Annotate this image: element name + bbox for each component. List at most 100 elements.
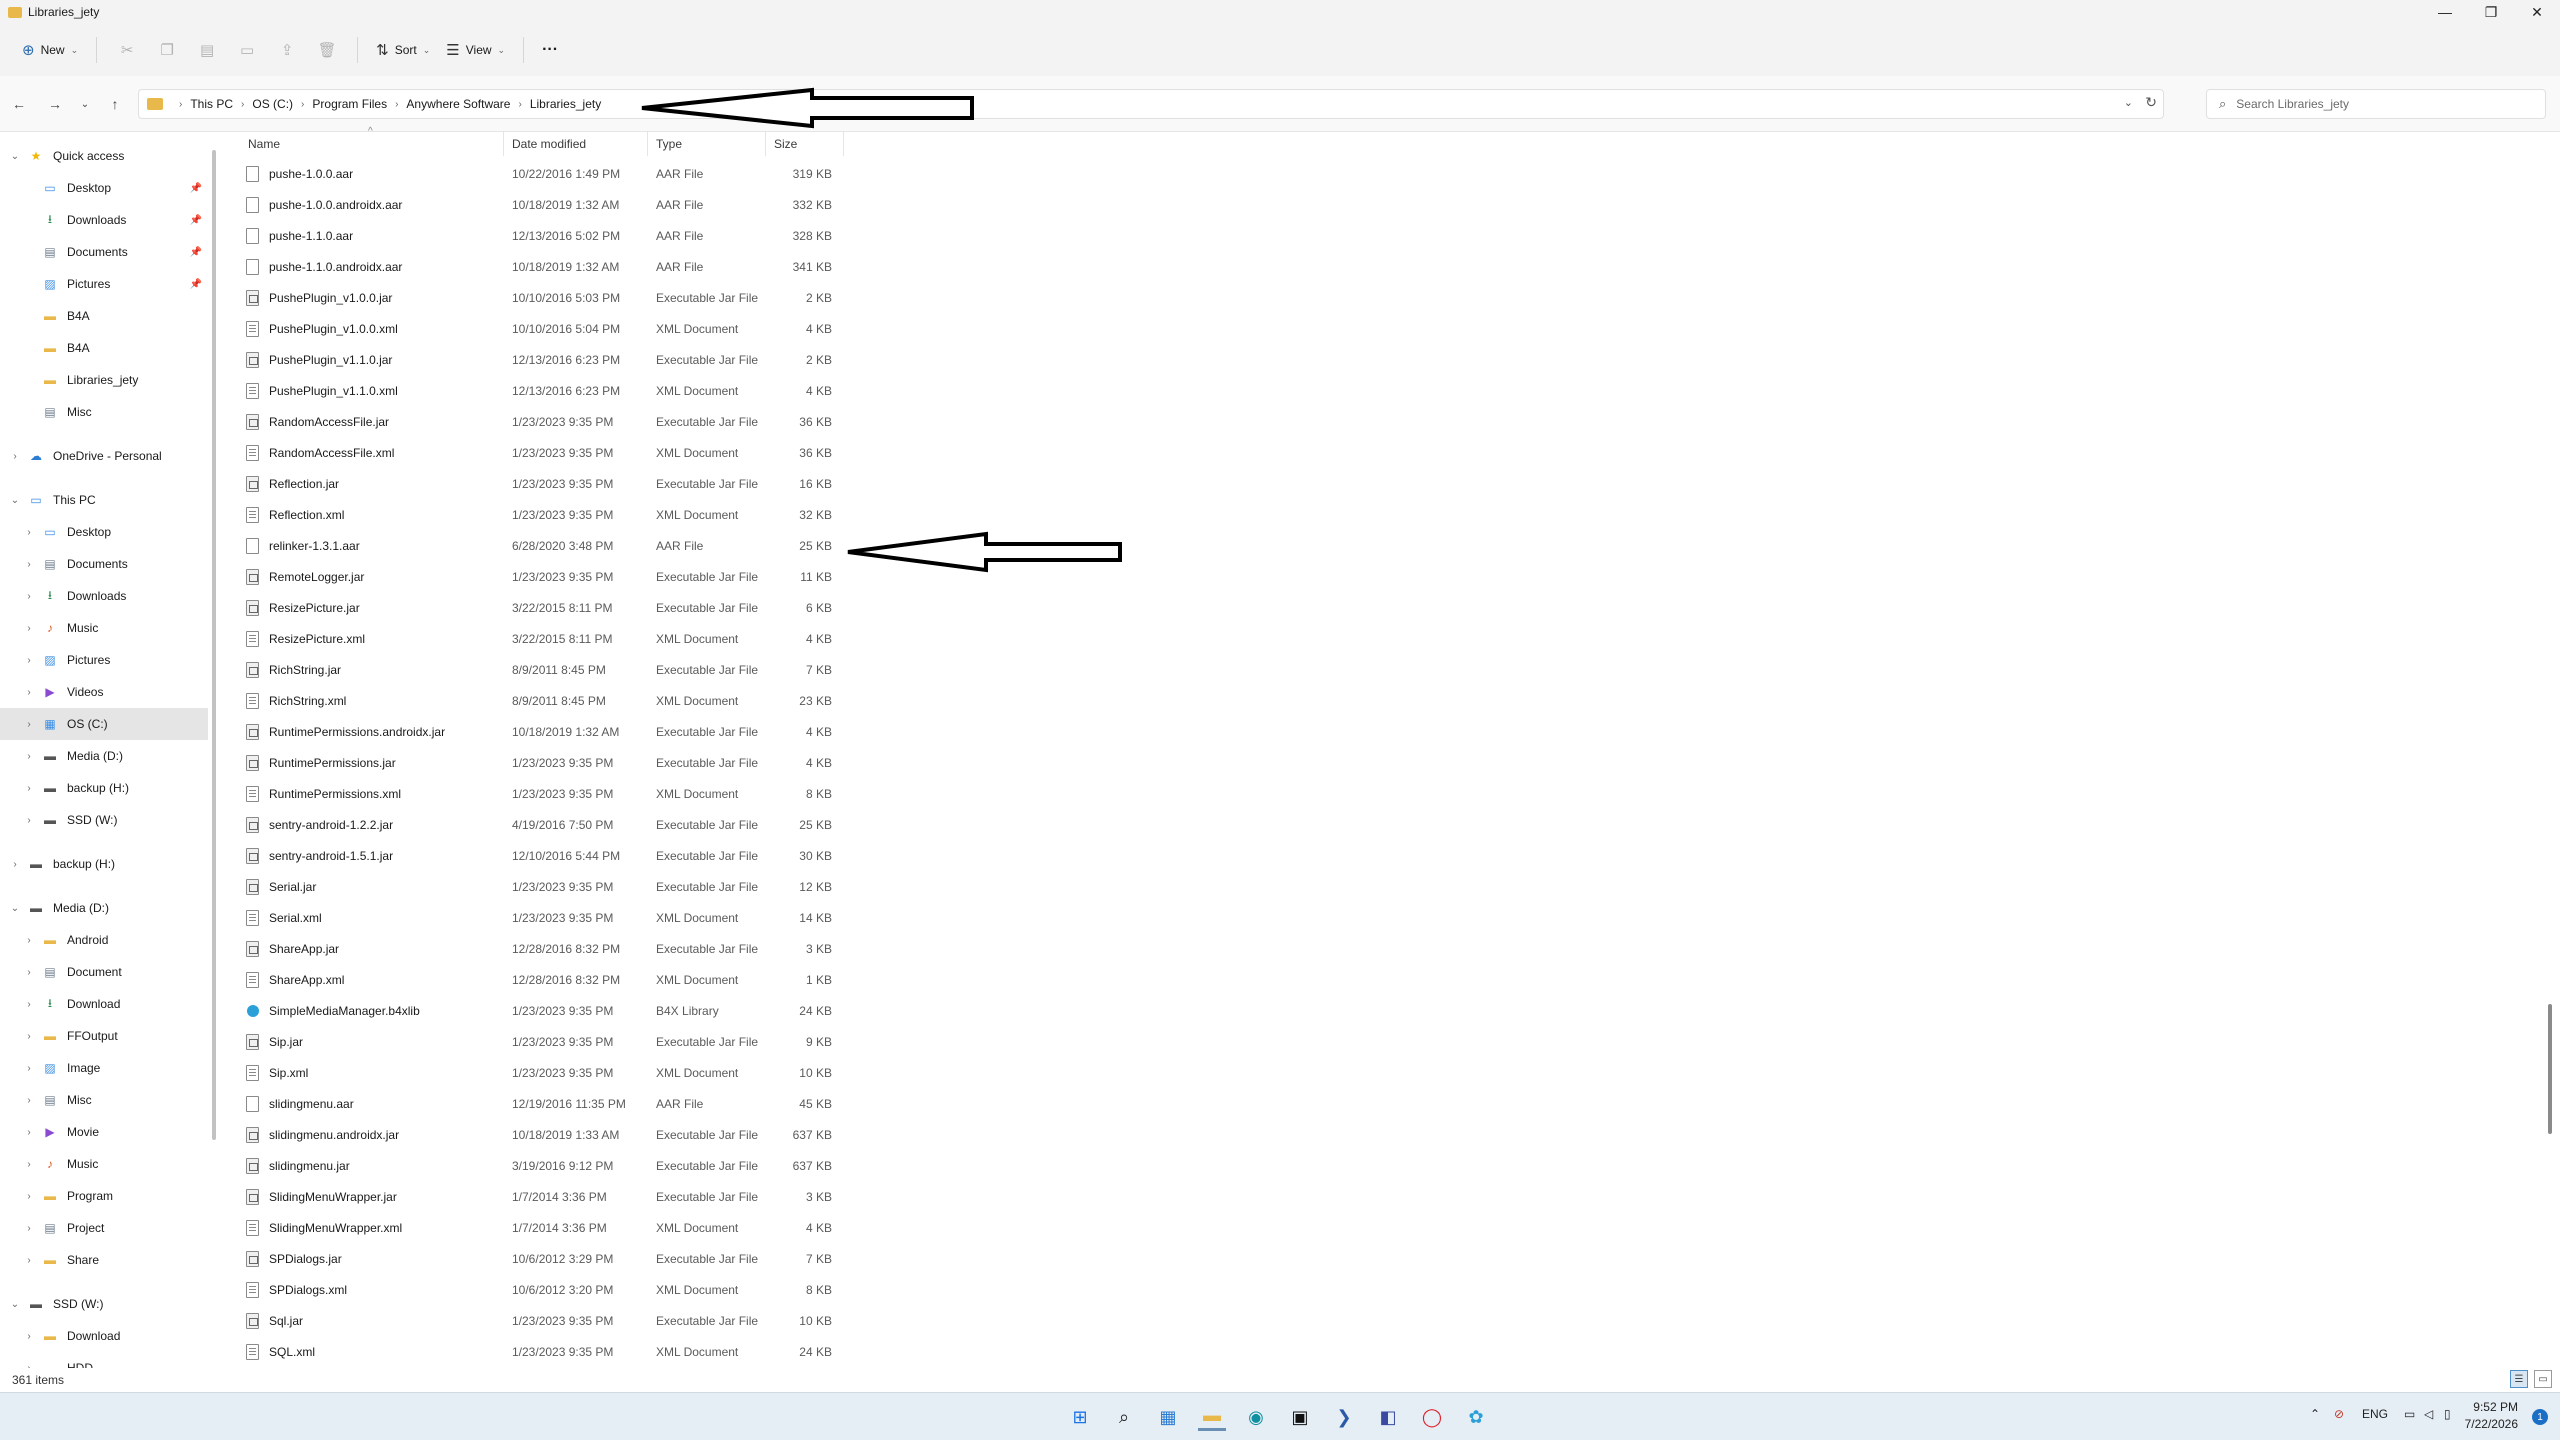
sidebar-item[interactable]: › ▬ Share (0, 1244, 208, 1276)
table-row[interactable]: ShareApp.jar 12/28/2016 8:32 PM Executable… (240, 933, 844, 964)
sidebar-item[interactable]: ⭳ Downloads 📌 (0, 204, 208, 236)
chevron-right-icon[interactable]: › (22, 1223, 36, 1234)
network-icon[interactable]: ▭ (2404, 1407, 2415, 1421)
sidebar-item[interactable]: ▤ Misc (0, 396, 208, 428)
opera-icon[interactable]: ◯ (1418, 1403, 1446, 1431)
table-row[interactable]: RemoteLogger.jar 1/23/2023 9:35 PM Executa… (240, 561, 844, 592)
search-icon[interactable]: ⌕ (1110, 1403, 1138, 1431)
table-row[interactable]: SPDialogs.xml 10/6/2012 3:20 PM XML Docume… (240, 1274, 844, 1305)
table-row[interactable]: Serial.xml 1/23/2023 9:35 PM XML Document 1… (240, 902, 844, 933)
tiles-view-icon[interactable]: ▭ (2534, 1370, 2552, 1388)
chevron-right-icon[interactable]: › (22, 935, 36, 946)
table-row[interactable]: Reflection.xml 1/23/2023 9:35 PM XML Docum… (240, 499, 844, 530)
table-row[interactable]: RuntimePermissions.androidx.jar 10/18/201… (240, 716, 844, 747)
chevron-right-icon[interactable]: › (22, 687, 36, 698)
chevron-right-icon[interactable]: › (22, 1255, 36, 1266)
sidebar-item[interactable]: › ▬ HDD (0, 1352, 208, 1368)
chevron-right-icon[interactable]: › (22, 751, 36, 762)
battery-icon[interactable]: ▯ (2444, 1407, 2451, 1421)
sidebar-item[interactable]: › ▬ backup (H:) (0, 772, 208, 804)
sidebar-item[interactable]: › ▶ Videos (0, 676, 208, 708)
chevron-right-icon[interactable]: › (22, 1331, 36, 1342)
delete-icon[interactable]: 🗑 (307, 34, 347, 66)
table-row[interactable]: ShareApp.xml 12/28/2016 8:32 PM XML Docume… (240, 964, 844, 995)
table-row[interactable]: RandomAccessFile.jar 1/23/2023 9:35 PM Exe… (240, 406, 844, 437)
sidebar-item[interactable]: ⌄ ▬ SSD (W:) (0, 1288, 208, 1320)
sidebar-item[interactable]: › ⭳ Download (0, 988, 208, 1020)
table-row[interactable]: slidingmenu.jar 3/19/2016 9:12 PM Executab… (240, 1150, 844, 1181)
new-button[interactable]: ⊕ New ⌄ (14, 34, 86, 66)
refresh-icon[interactable]: ↻ (2145, 94, 2157, 111)
table-row[interactable]: sentry-android-1.2.2.jar 4/19/2016 7:50 P… (240, 809, 844, 840)
table-row[interactable]: slidingmenu.androidx.jar 10/18/2019 1:33 … (240, 1119, 844, 1150)
chevron-down-icon[interactable]: ⌄ (8, 903, 22, 914)
table-row[interactable]: RuntimePermissions.xml 1/23/2023 9:35 PM X… (240, 778, 844, 809)
table-row[interactable]: pushe-1.1.0.aar 12/13/2016 5:02 PM AAR Fil… (240, 220, 844, 251)
sidebar-item[interactable]: › ▬ Program (0, 1180, 208, 1212)
chevron-right-icon[interactable]: › (22, 1191, 36, 1202)
table-row[interactable]: ResizePicture.jar 3/22/2015 8:11 PM Execut… (240, 592, 844, 623)
table-row[interactable]: SimpleMediaManager.b4xlib 1/23/2023 9:35 … (240, 995, 844, 1026)
teams-icon[interactable]: ◧ (1374, 1403, 1402, 1431)
share-icon[interactable]: ⇪ (267, 34, 307, 66)
chevron-down-icon[interactable]: ⌄ (8, 495, 22, 506)
chevron-right-icon[interactable]: › (22, 591, 36, 602)
chevron-right-icon[interactable]: › (22, 527, 36, 538)
table-row[interactable]: PushePlugin_v1.0.0.jar 10/10/2016 5:03 PM… (240, 282, 844, 313)
sort-button[interactable]: ⇅ Sort ⌄ (368, 34, 438, 66)
chevron-right-icon[interactable]: › (22, 783, 36, 794)
search-box[interactable]: ⌕ (2206, 89, 2546, 119)
search-input[interactable] (2236, 97, 2527, 111)
chevron-right-icon[interactable]: › (22, 815, 36, 826)
breadcrumb-os-c[interactable]: OS (C:) (252, 97, 293, 111)
sidebar-item[interactable]: › ♪ Music (0, 1148, 208, 1180)
sidebar-item[interactable]: ▬ Libraries_jety (0, 364, 208, 396)
widgets-icon[interactable]: ▦ (1154, 1403, 1182, 1431)
show-hidden-icons-chevron-icon[interactable]: ⌃ (2310, 1407, 2320, 1421)
sidebar-item[interactable]: › ▦ OS (C:) (0, 708, 208, 740)
sidebar-item[interactable]: › ▤ Documents (0, 548, 208, 580)
sidebar-item[interactable]: › ⭳ Downloads (0, 580, 208, 612)
chevron-right-icon[interactable]: › (8, 451, 22, 462)
table-row[interactable]: SlidingMenuWrapper.xml 1/7/2014 3:36 PM XM… (240, 1212, 844, 1243)
chevron-right-icon[interactable]: › (22, 1095, 36, 1106)
back-arrow-icon[interactable]: ← (6, 92, 32, 116)
navigation-scrollbar[interactable] (212, 150, 216, 1140)
chevron-right-icon[interactable]: › (22, 719, 36, 730)
table-row[interactable]: ResizePicture.xml 3/22/2015 8:11 PM XML Do… (240, 623, 844, 654)
sidebar-item[interactable]: ▤ Documents 📌 (0, 236, 208, 268)
sidebar-item[interactable]: › ♪ Music (0, 612, 208, 644)
chevron-right-icon[interactable]: › (22, 967, 36, 978)
table-row[interactable]: PushePlugin_v1.1.0.xml 12/13/2016 6:23 PM… (240, 375, 844, 406)
breadcrumb-this-pc[interactable]: This PC (190, 97, 233, 111)
chevron-right-icon[interactable]: › (22, 999, 36, 1010)
sidebar-item[interactable]: › ▬ SSD (W:) (0, 804, 208, 836)
sidebar-item[interactable]: ▬ B4A (0, 300, 208, 332)
edge-icon[interactable]: ◉ (1242, 1403, 1270, 1431)
powershell-icon[interactable]: ❯ (1330, 1403, 1358, 1431)
chevron-right-icon[interactable]: › (22, 655, 36, 666)
sidebar-item[interactable]: ▭ Desktop 📌 (0, 172, 208, 204)
table-row[interactable]: pushe-1.0.0.androidx.aar 10/18/2019 1:32 … (240, 189, 844, 220)
terminal-icon[interactable]: ▣ (1286, 1403, 1314, 1431)
volume-icon[interactable]: ◁ (2424, 1407, 2433, 1421)
breadcrumb-libraries-jety[interactable]: Libraries_jety (530, 97, 601, 111)
copy-icon[interactable]: ❐ (147, 34, 187, 66)
table-row[interactable]: pushe-1.0.0.aar 10/22/2016 1:49 PM AAR Fil… (240, 158, 844, 189)
chevron-right-icon[interactable]: › (22, 623, 36, 634)
chevron-down-icon[interactable]: ⌄ (8, 151, 22, 162)
column-header-size[interactable]: Size (766, 132, 844, 156)
sidebar-item[interactable]: › ▬ backup (H:) (0, 848, 208, 880)
breadcrumb-anywhere-software[interactable]: Anywhere Software (406, 97, 510, 111)
minimize-button[interactable]: — (2422, 0, 2468, 24)
table-row[interactable]: pushe-1.1.0.androidx.aar 10/18/2019 1:32 … (240, 251, 844, 282)
sidebar-item[interactable]: › ▭ Desktop (0, 516, 208, 548)
chevron-right-icon[interactable]: › (22, 1031, 36, 1042)
clock[interactable]: 9:52 PM 7/22/2026 (2465, 1399, 2518, 1433)
chevron-right-icon[interactable]: › (22, 559, 36, 570)
table-row[interactable]: sentry-android-1.5.1.jar 12/10/2016 5:44 … (240, 840, 844, 871)
tray-app-icon[interactable]: ⊘ (2334, 1407, 2344, 1421)
sidebar-item[interactable]: › ▤ Misc (0, 1084, 208, 1116)
chevron-right-icon[interactable]: › (22, 1127, 36, 1138)
windows-start-icon[interactable]: ⊞ (1066, 1403, 1094, 1431)
